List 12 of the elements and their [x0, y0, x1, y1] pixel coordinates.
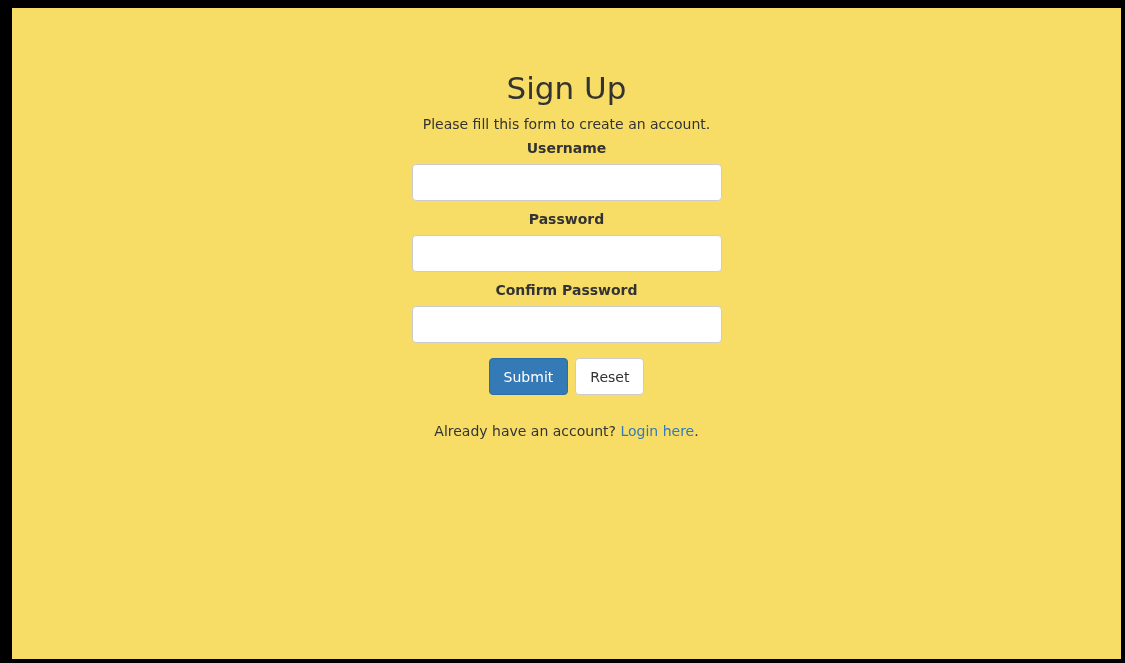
field-label: Confirm Password [495, 282, 638, 298]
login-link[interactable]: Login here [620, 423, 695, 439]
field-label: Password [528, 211, 605, 227]
input-field[interactable] [411, 306, 722, 343]
login-prompt: Already have an account? Login here. [434, 423, 699, 439]
submit-button[interactable]: Submit [488, 358, 569, 395]
input-field[interactable] [411, 164, 722, 201]
form-instructions: Please fill this form to create an account. [422, 116, 711, 132]
page-title: Sign Up [506, 70, 627, 106]
input-field[interactable] [411, 235, 722, 272]
reset-button[interactable]: Reset [575, 358, 645, 395]
field-label: Username [526, 140, 607, 156]
